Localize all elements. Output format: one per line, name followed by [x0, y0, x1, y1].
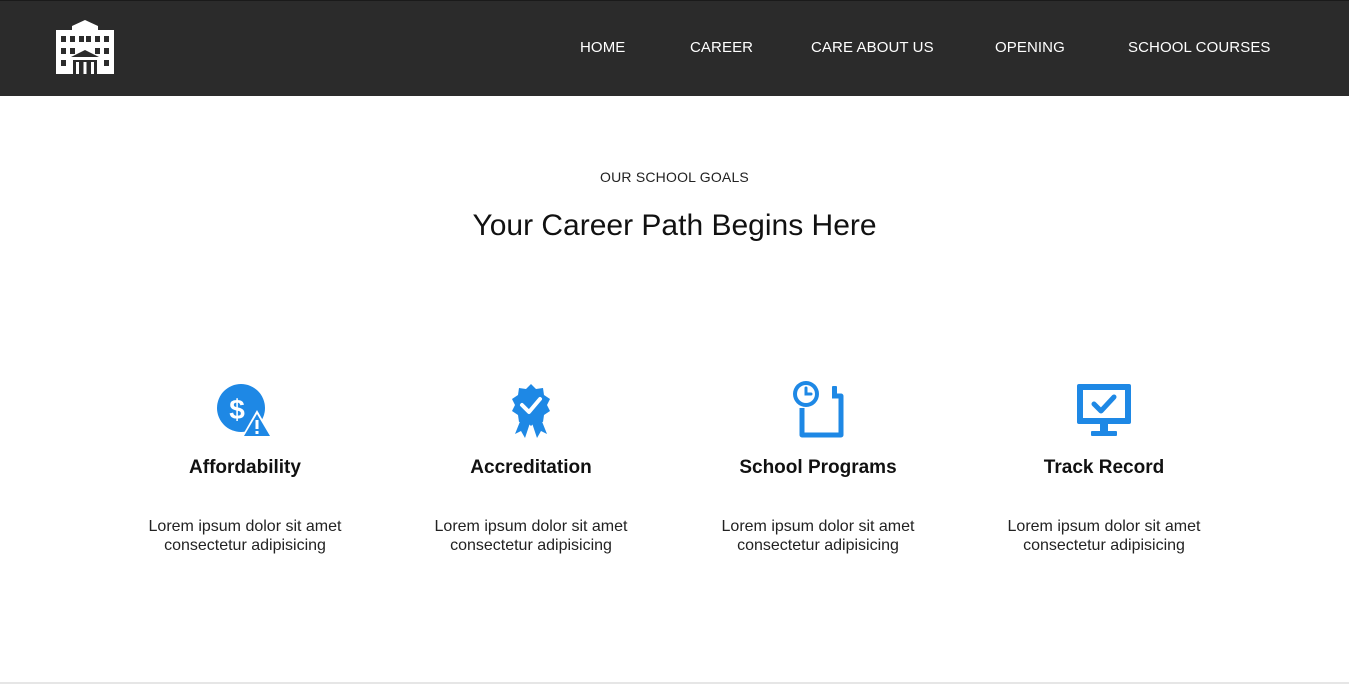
- nav-care-about-us[interactable]: CARE ABOUT US: [811, 39, 934, 56]
- nav-school-courses[interactable]: SCHOOL COURSES: [1128, 39, 1271, 56]
- feature-title: Affordability: [189, 457, 301, 478]
- monitor-check-icon: [1077, 384, 1131, 436]
- feature-text: Lorem ipsum dolor sit amet consectetur a…: [1007, 518, 1201, 554]
- dollar-warning-icon: $: [217, 384, 273, 438]
- nav-home[interactable]: HOME: [580, 39, 625, 56]
- school-building-icon[interactable]: [52, 20, 118, 74]
- calendar-clock-icon: [793, 381, 844, 438]
- feature-text: Lorem ipsum dolor sit amet consectetur a…: [434, 518, 628, 554]
- award-badge-icon: [512, 384, 550, 438]
- feature-title: Track Record: [1043, 457, 1165, 478]
- feature-accreditation: Accreditation Lorem ipsum dolor sit amet…: [388, 380, 674, 555]
- svg-text:$: $: [229, 394, 245, 425]
- feature-text: Lorem ipsum dolor sit amet consectetur a…: [148, 518, 342, 554]
- top-navbar: HOME CAREER CARE ABOUT US OPENING SCHOOL…: [0, 0, 1349, 96]
- nav-career[interactable]: CAREER: [690, 39, 753, 56]
- feature-affordability: $ Affordability Lorem ipsum dolor sit am…: [102, 380, 388, 555]
- nav-opening[interactable]: OPENING: [995, 39, 1065, 56]
- feature-track-record: Track Record Lorem ipsum dolor sit amet …: [961, 380, 1247, 555]
- feature-title: School Programs: [739, 457, 897, 478]
- feature-title: Accreditation: [470, 457, 592, 478]
- section-title: Your Career Path Begins Here: [472, 209, 877, 242]
- feature-text: Lorem ipsum dolor sit amet consectetur a…: [721, 518, 915, 554]
- section-subtitle: OUR SCHOOL GOALS: [600, 169, 749, 185]
- feature-school-programs: School Programs Lorem ipsum dolor sit am…: [675, 380, 961, 555]
